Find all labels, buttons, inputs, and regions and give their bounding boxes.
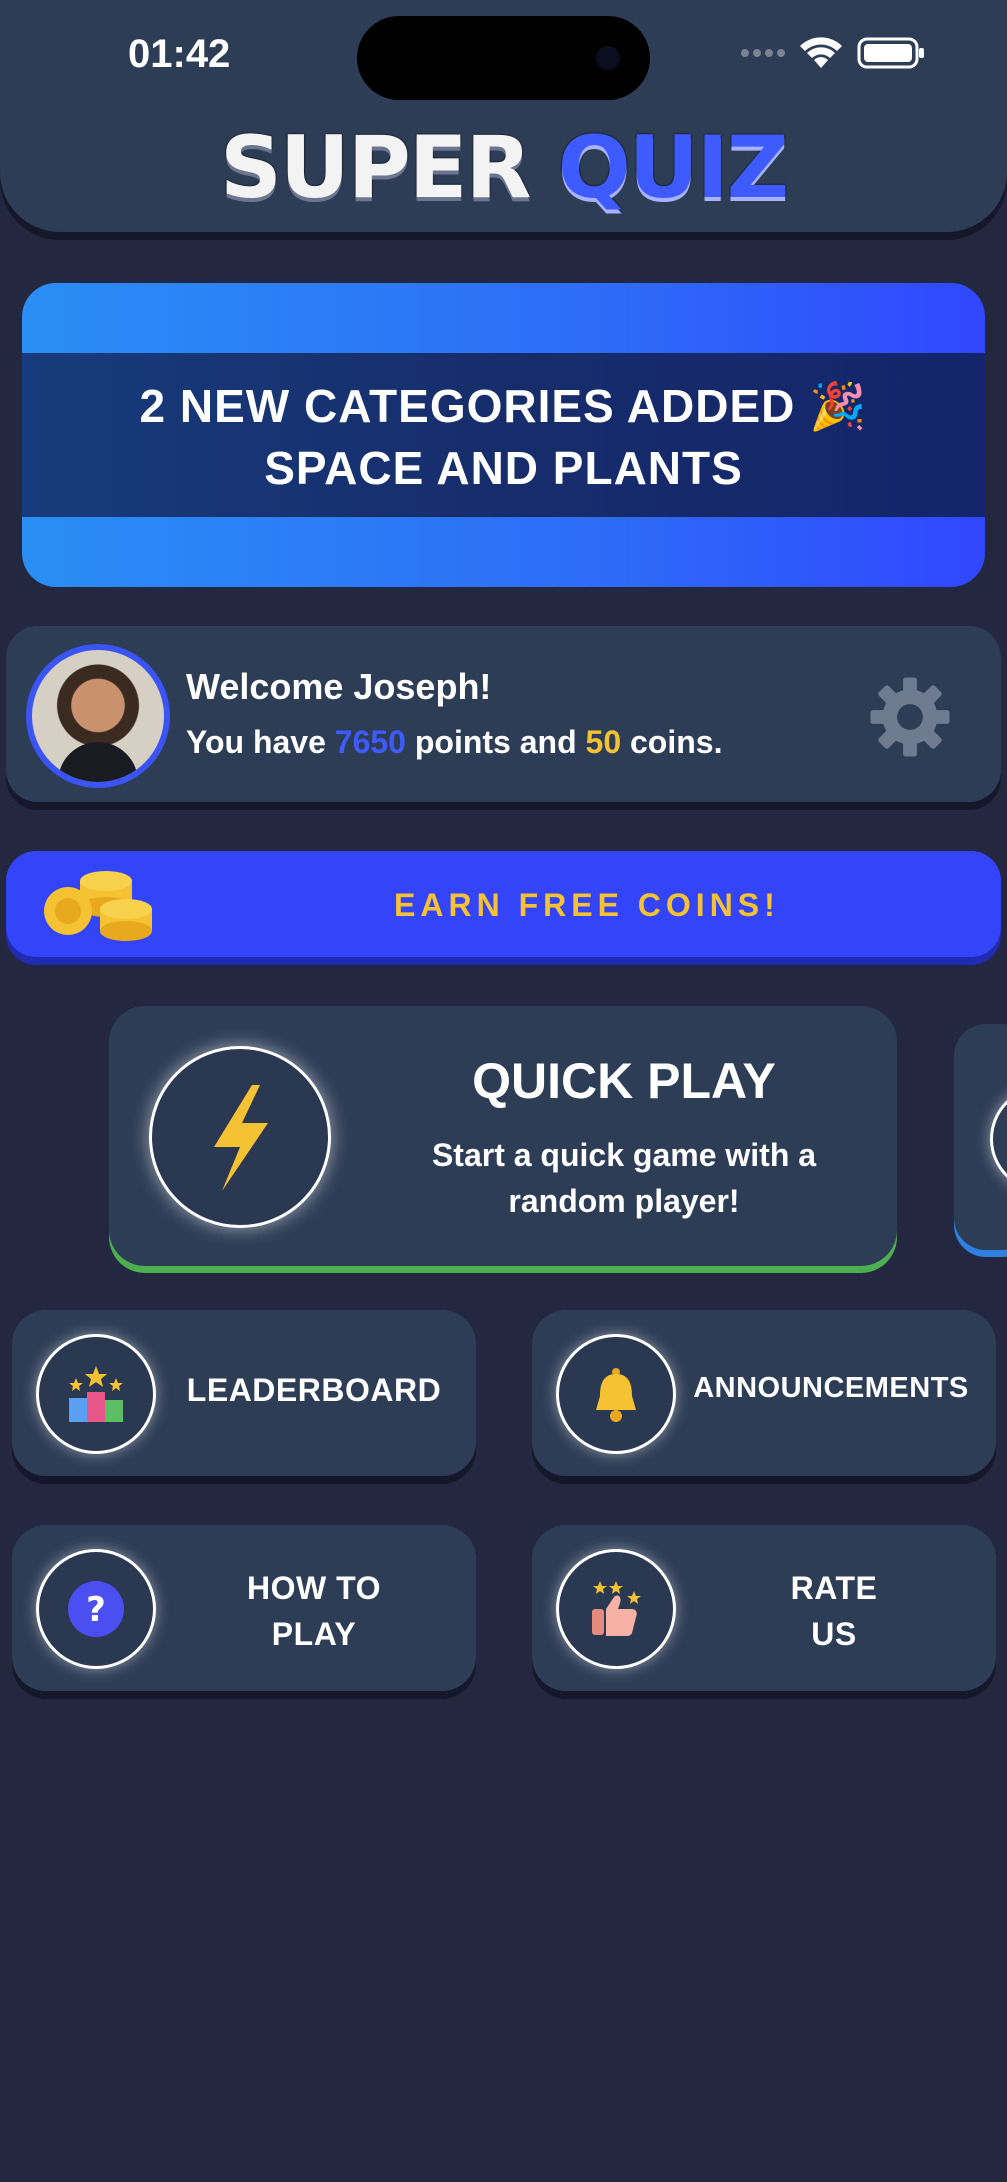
banner-text: 2 NEW CATEGORIES ADDED 🎉 SPACE AND PLANT…: [22, 375, 985, 499]
coins-suffix: coins.: [630, 724, 723, 760]
profile-card: Welcome Joseph! You have 7650 points and…: [6, 626, 1001, 802]
banner-line1: 2 NEW CATEGORIES ADDED 🎉: [139, 380, 868, 432]
quick-play-icon-circle: [149, 1046, 331, 1228]
leaderboard-button[interactable]: LEADERBOARD: [12, 1310, 476, 1476]
dynamic-island: [357, 16, 650, 100]
coins-icon: [44, 871, 152, 941]
gear-icon[interactable]: [867, 674, 953, 760]
app-title-quiz: QUIZ: [557, 118, 789, 218]
status-indicators: [741, 36, 927, 70]
points-value: 7650: [334, 724, 406, 760]
question-icon: ?: [68, 1581, 124, 1637]
rate-us-label: RATE US: [682, 1565, 986, 1657]
app-title-super: SUPER: [219, 118, 532, 218]
rate-us-label-line2: US: [811, 1616, 857, 1652]
thumbs-up-icon: [592, 1581, 641, 1636]
avatar[interactable]: [26, 644, 170, 788]
bell-icon: [596, 1368, 636, 1422]
app-header: 01:42 SUPER QUIZ: [0, 0, 1007, 232]
banner-line2: SPACE AND PLANTS: [264, 442, 743, 494]
coins-value: 50: [585, 724, 622, 760]
quick-play-card[interactable]: QUICK PLAY Start a quick game with a ran…: [109, 1006, 897, 1266]
quick-play-subtitle-line2: random player!: [508, 1183, 740, 1219]
wifi-icon: [800, 37, 842, 68]
cellular-icon: [741, 49, 785, 57]
leaderboard-label: LEADERBOARD: [186, 1372, 442, 1408]
how-to-play-button[interactable]: ? HOW TO PLAY: [12, 1525, 476, 1691]
status-time: 01:42: [128, 32, 231, 76]
announcements-icon-circle: [556, 1334, 676, 1454]
points-summary: You have 7650 points and 50 coins.: [186, 724, 722, 761]
how-to-play-label-line2: PLAY: [271, 1616, 357, 1652]
leaderboard-icon-circle: [36, 1334, 156, 1454]
lightning-icon: [214, 1085, 268, 1191]
news-banner[interactable]: 2 NEW CATEGORIES ADDED 🎉 SPACE AND PLANT…: [22, 283, 985, 587]
announcements-button[interactable]: ANNOUNCEMENTS: [532, 1310, 996, 1476]
quick-play-subtitle: Start a quick game with a random player!: [369, 1132, 879, 1224]
rate-us-button[interactable]: RATE US: [532, 1525, 996, 1691]
welcome-text: Welcome Joseph!: [186, 666, 492, 707]
quick-play-title: QUICK PLAY: [472, 1053, 776, 1109]
battery-icon: [857, 37, 924, 69]
points-prefix: You have: [186, 724, 326, 760]
announcements-label: ANNOUNCEMENTS: [693, 1372, 969, 1404]
podium-icon: [69, 1366, 123, 1422]
rate-us-icon-circle: [556, 1549, 676, 1669]
earn-free-coins-button[interactable]: EARN FREE COINS!: [6, 851, 1001, 957]
rate-us-label-line1: RATE: [790, 1570, 878, 1606]
quick-play-subtitle-line1: Start a quick game with a: [431, 1137, 817, 1173]
svg-text:?: ?: [86, 1590, 106, 1630]
next-mode-card[interactable]: [954, 1024, 1007, 1250]
camera-icon: [596, 46, 620, 70]
points-mid: points and: [414, 724, 577, 760]
earn-free-coins-label: EARN FREE COINS!: [394, 887, 780, 923]
how-to-play-label-line1: HOW TO: [247, 1570, 381, 1606]
how-to-play-icon-circle: ?: [36, 1549, 156, 1669]
how-to-play-label: HOW TO PLAY: [162, 1565, 466, 1657]
app-title: SUPER QUIZ: [0, 118, 1007, 218]
